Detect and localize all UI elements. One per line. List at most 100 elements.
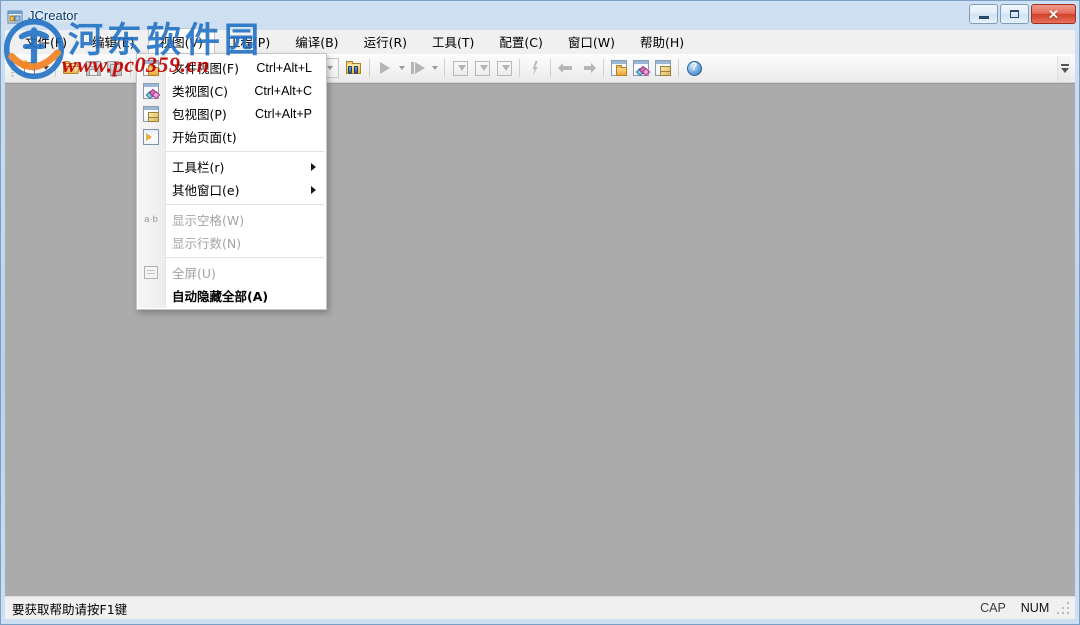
start-page-icon	[137, 125, 165, 148]
class-view-toggle-button[interactable]	[630, 57, 652, 79]
menu-item-show-whitespace: a·b 显示空格(W)	[137, 208, 326, 231]
file-view-toggle-button[interactable]	[608, 57, 630, 79]
compile-down-icon	[452, 60, 468, 76]
help-button[interactable]	[683, 57, 705, 79]
jcreator-app-icon	[7, 10, 23, 24]
status-num-indicator: NUM	[1020, 601, 1050, 615]
package-view-icon	[137, 102, 165, 125]
status-bar: 要获取帮助请按F1键 CAP NUM	[5, 596, 1075, 619]
menu-item-shortcut: Ctrl+Alt+P	[255, 106, 312, 121]
chevron-down-icon	[398, 66, 405, 70]
menu-build[interactable]: 编译(B)	[283, 28, 350, 56]
menu-item-start-page[interactable]: 开始页面(t)	[137, 125, 326, 148]
lightning-button[interactable]	[524, 57, 546, 79]
help-icon	[686, 60, 702, 76]
run-project-button[interactable]	[374, 57, 396, 79]
run-project-dropdown[interactable]	[396, 57, 407, 79]
menu-item-shortcut: Ctrl+Alt+C	[254, 83, 312, 98]
chevron-down-icon	[326, 66, 333, 70]
menu-item-package-view[interactable]: 包视图(P) Ctrl+Alt+P	[137, 102, 326, 125]
menu-separator	[166, 151, 324, 152]
maximize-button[interactable]	[1000, 4, 1029, 24]
menu-item-label: 工具栏(r)	[172, 160, 225, 175]
resize-grip[interactable]	[1056, 600, 1072, 616]
menu-item-icon-slot	[137, 284, 165, 307]
save-icon	[85, 60, 101, 76]
menu-help[interactable]: 帮助(H)	[628, 28, 696, 56]
menu-tools[interactable]: 工具(T)	[420, 28, 486, 56]
compile-all-button[interactable]	[493, 57, 515, 79]
menu-configure[interactable]: 配置(C)	[487, 28, 554, 56]
menu-item-class-view[interactable]: 类视图(C) Ctrl+Alt+C	[137, 79, 326, 102]
save-all-button[interactable]	[104, 57, 126, 79]
menu-item-label: 其他窗口(e)	[172, 183, 240, 198]
open-folder-icon	[62, 60, 80, 77]
find-in-files-button[interactable]	[343, 57, 365, 79]
run-step-icon	[411, 62, 425, 74]
new-file-dropdown[interactable]	[40, 57, 51, 79]
menu-item-label: 类视图(C)	[172, 84, 228, 99]
fullscreen-icon	[137, 261, 165, 284]
view-dropdown-menu: 文件视图(F) Ctrl+Alt+L 类视图(C) Ctrl+Alt+C 包视图…	[136, 53, 327, 310]
compile-all-icon	[496, 60, 512, 76]
title-bar[interactable]: JCreator ✕	[0, 0, 1080, 30]
menu-item-icon-slot	[137, 231, 165, 254]
menu-bar: 文件(F) 编辑(E) 视图(V) 工程(P) 编译(B) 运行(R) 工具(T…	[5, 28, 1075, 56]
menu-item-label: 自动隐藏全部(A)	[172, 289, 269, 304]
compile-project-button[interactable]	[471, 57, 493, 79]
menu-separator	[166, 257, 324, 258]
run-file-dropdown[interactable]	[429, 57, 440, 79]
menu-view[interactable]: 视图(V)	[147, 28, 215, 56]
toolbar-separator	[444, 59, 445, 77]
menu-item-label: 开始页面(t)	[172, 130, 237, 145]
menu-item-show-line-numbers: 显示行数(N)	[137, 231, 326, 254]
class-view-icon	[137, 79, 165, 102]
toolbar-separator	[678, 59, 679, 77]
package-view-icon	[655, 60, 671, 76]
toolbar-separator	[369, 59, 370, 77]
menu-item-label: 包视图(P)	[172, 107, 227, 122]
menu-item-toolbars[interactable]: 工具栏(r)	[137, 155, 326, 178]
file-view-icon	[611, 60, 627, 76]
toolbar-separator	[550, 59, 551, 77]
menu-file[interactable]: 文件(F)	[13, 28, 79, 56]
submenu-arrow-icon	[311, 162, 316, 171]
menu-item-other-windows[interactable]: 其他窗口(e)	[137, 178, 326, 201]
nav-back-button[interactable]	[555, 57, 577, 79]
toolbar-grip[interactable]	[11, 59, 14, 77]
open-file-button[interactable]	[60, 57, 82, 79]
toolbar-separator	[519, 59, 520, 77]
save-all-icon	[106, 60, 124, 77]
compile-button[interactable]	[449, 57, 471, 79]
menu-item-label: 全屏(U)	[172, 266, 216, 281]
window-title: JCreator	[28, 8, 78, 23]
nav-forward-button[interactable]	[577, 57, 599, 79]
save-button[interactable]	[82, 57, 104, 79]
package-view-toggle-button[interactable]	[652, 57, 674, 79]
minimize-button[interactable]	[969, 4, 998, 24]
bolt-icon	[528, 61, 542, 76]
menu-item-label: 显示行数(N)	[172, 236, 242, 251]
close-button[interactable]: ✕	[1031, 4, 1076, 24]
arrow-right-icon	[580, 62, 596, 74]
new-file-button[interactable]	[18, 57, 40, 79]
run-file-button[interactable]	[407, 57, 429, 79]
menu-edit[interactable]: 编辑(E)	[80, 28, 147, 56]
toolbar-overflow-button[interactable]	[1057, 56, 1071, 81]
menu-item-shortcut: Ctrl+Alt+L	[256, 60, 312, 75]
toolbar-separator	[603, 59, 604, 77]
menu-item-file-view[interactable]: 文件视图(F) Ctrl+Alt+L	[137, 56, 326, 79]
find-folder-icon	[345, 60, 363, 77]
minimize-icon	[978, 15, 989, 19]
file-view-icon	[137, 56, 165, 79]
status-message: 要获取帮助请按F1键	[12, 601, 128, 617]
new-document-icon	[20, 59, 38, 77]
maximize-icon	[1010, 10, 1019, 18]
menu-run[interactable]: 运行(R)	[352, 28, 419, 56]
menu-item-auto-hide-all[interactable]: 自动隐藏全部(A)	[137, 284, 326, 307]
show-whitespace-icon: a·b	[144, 214, 158, 225]
menu-project[interactable]: 工程(P)	[216, 28, 282, 56]
toolbar-separator	[55, 59, 56, 77]
menu-window[interactable]: 窗口(W)	[556, 28, 627, 56]
menu-separator	[166, 204, 324, 205]
